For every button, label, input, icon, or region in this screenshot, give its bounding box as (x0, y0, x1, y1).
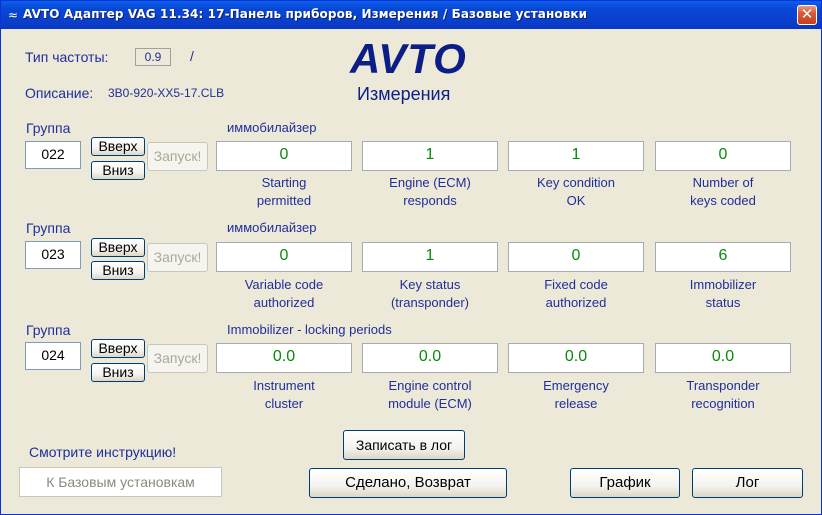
value-field-4: 0 (655, 141, 791, 171)
group-label: Группа (26, 220, 71, 236)
value-field-2: 0.0 (362, 343, 498, 373)
field-label-line2: (transponder) (390, 295, 470, 310)
write-log-button[interactable]: Записать в лог (343, 430, 465, 460)
field-label-line1: Instrument (253, 378, 315, 393)
group-down-button[interactable]: Вниз (91, 161, 145, 180)
freq-value: 0.9 (135, 48, 171, 66)
value-field-4: 6 (655, 242, 791, 272)
field-label-4: Number of keys coded (655, 174, 791, 210)
graph-button[interactable]: График (570, 468, 680, 498)
field-label-line2: OK (566, 193, 586, 208)
field-label-1: Variable code authorized (216, 276, 352, 312)
value-field-3: 0.0 (508, 343, 644, 373)
field-label-4: Transponder recognition (655, 377, 791, 413)
field-label-line1: Starting (261, 175, 307, 190)
field-label-line2: cluster (264, 396, 304, 411)
group-up-button[interactable]: Вверх (91, 339, 145, 358)
close-button[interactable]: ✕ (797, 5, 817, 25)
group-label: Группа (26, 120, 71, 136)
field-label-line1: Transponder (686, 378, 760, 393)
close-icon: ✕ (800, 5, 814, 23)
field-label-line1: Key condition (536, 175, 616, 190)
group-down-button[interactable]: Вниз (91, 363, 145, 382)
field-label-line2: module (ECM) (388, 396, 472, 411)
value-field-3: 0 (508, 242, 644, 272)
done-return-button[interactable]: Сделано, Возврат (309, 468, 507, 498)
field-label-line2: status (705, 295, 741, 310)
freq-label: Тип частоты: (25, 49, 109, 65)
field-label-line2: permitted (256, 193, 312, 208)
field-label-line1: Emergency (543, 378, 609, 393)
field-label-3: Fixed code authorized (508, 276, 644, 312)
field-label-1: Starting permitted (216, 174, 352, 210)
value-field-1: 0 (216, 141, 352, 171)
group-title: Immobilizer - locking periods (227, 322, 392, 337)
desc-value: 3B0-920-XX5-17.CLB (108, 86, 225, 100)
group-up-button[interactable]: Вверх (91, 137, 145, 156)
value-field-4: 0.0 (655, 343, 791, 373)
value-field-2: 1 (362, 141, 498, 171)
group-run-button[interactable]: Запуск! (147, 142, 208, 171)
value-field-1: 0.0 (216, 343, 352, 373)
field-label-line2: authorized (545, 295, 607, 310)
value-field-3: 1 (508, 141, 644, 171)
field-label-4: Immobilizer status (655, 276, 791, 312)
field-label-2: Key status (transponder) (362, 276, 498, 312)
field-label-line1: Engine control (388, 378, 472, 393)
app-icon: ≈ (7, 8, 19, 22)
freq-slash: / (190, 48, 194, 64)
group-down-button[interactable]: Вниз (91, 261, 145, 280)
field-label-3: Key condition OK (508, 174, 644, 210)
field-label-line2: recognition (691, 396, 755, 411)
field-label-line1: Immobilizer (689, 277, 757, 292)
field-label-1: Instrument cluster (216, 377, 352, 413)
value-field-1: 0 (216, 242, 352, 272)
window-title: AVTO Адаптер VAG 11.34: 17-Панель прибор… (23, 7, 588, 21)
group-title: иммобилайзер (227, 120, 317, 135)
field-label-2: Engine (ECM) responds (362, 174, 498, 210)
field-label-2: Engine control module (ECM) (362, 377, 498, 413)
field-label-line1: Engine (ECM) (389, 175, 471, 190)
group-label: Группа (26, 322, 71, 338)
field-label-line1: Variable code (244, 277, 324, 292)
main-window: ≈ AVTO Адаптер VAG 11.34: 17-Панель приб… (0, 0, 822, 515)
field-label-line2: responds (403, 193, 457, 208)
desc-label: Описание: (25, 85, 94, 101)
hint-text: Смотрите инструкцию! (29, 444, 177, 460)
field-label-line2: release (554, 396, 598, 411)
logo: AVTO (350, 35, 467, 82)
field-label-line2: keys coded (690, 193, 756, 208)
field-label-line1: Number of (692, 175, 754, 190)
logo-subtitle: Измерения (357, 84, 451, 104)
log-button[interactable]: Лог (692, 468, 803, 498)
field-label-3: Emergency release (508, 377, 644, 413)
group-number-input[interactable]: 024 (25, 342, 81, 370)
field-label-line2: authorized (253, 295, 315, 310)
basic-settings-button[interactable]: К Базовым установкам (19, 467, 222, 497)
field-label-line1: Fixed code (544, 277, 608, 292)
field-label-line1: Key status (399, 277, 461, 292)
group-title: иммобилайзер (227, 220, 317, 235)
group-run-button[interactable]: Запуск! (147, 243, 208, 272)
group-run-button[interactable]: Запуск! (147, 344, 208, 373)
value-field-2: 1 (362, 242, 498, 272)
title-bar[interactable]: ≈ AVTO Адаптер VAG 11.34: 17-Панель приб… (1, 1, 821, 29)
group-number-input[interactable]: 022 (25, 141, 81, 169)
group-number-input[interactable]: 023 (25, 241, 81, 269)
group-up-button[interactable]: Вверх (91, 238, 145, 257)
